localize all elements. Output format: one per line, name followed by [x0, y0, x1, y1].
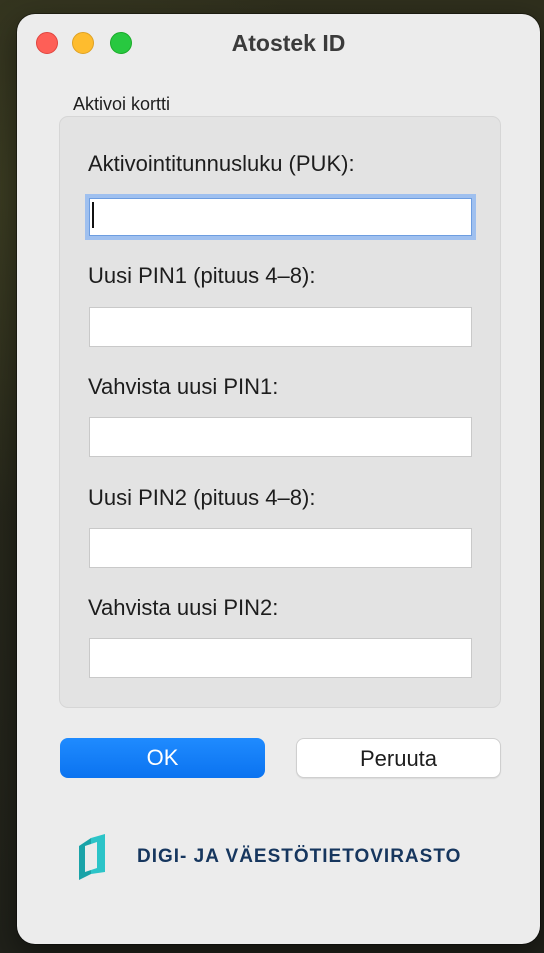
cancel-button[interactable]: Peruuta: [296, 738, 501, 778]
text-caret: [92, 202, 94, 228]
confirm-pin2-input[interactable]: [89, 638, 472, 678]
confirm-pin1-input[interactable]: [89, 417, 472, 457]
window-title: Atostek ID: [231, 30, 346, 56]
confirm-pin2-label: Vahvista uusi PIN2:: [88, 595, 279, 620]
group-label: Aktivoi kortti: [73, 94, 171, 114]
agency-name: DIGI- JA VÄESTÖTIETOVIRASTO: [137, 846, 462, 867]
new-pin1-input[interactable]: [89, 307, 472, 347]
title-bar[interactable]: Atostek ID: [17, 14, 540, 72]
ok-button[interactable]: OK: [60, 738, 265, 778]
new-pin2-input[interactable]: [89, 528, 472, 568]
confirm-pin1-label: Vahvista uusi PIN1:: [88, 374, 279, 399]
puk-input[interactable]: [85, 194, 476, 240]
dialog-window: Atostek ID Aktivoi kortti Aktivointitunn…: [17, 14, 540, 944]
new-pin1-label: Uusi PIN1 (pituus 4–8):: [88, 263, 316, 288]
new-pin2-label: Uusi PIN2 (pituus 4–8):: [88, 485, 316, 510]
puk-label: Aktivointitunnusluku (PUK):: [88, 151, 355, 176]
dvv-logo-icon: [79, 834, 105, 880]
